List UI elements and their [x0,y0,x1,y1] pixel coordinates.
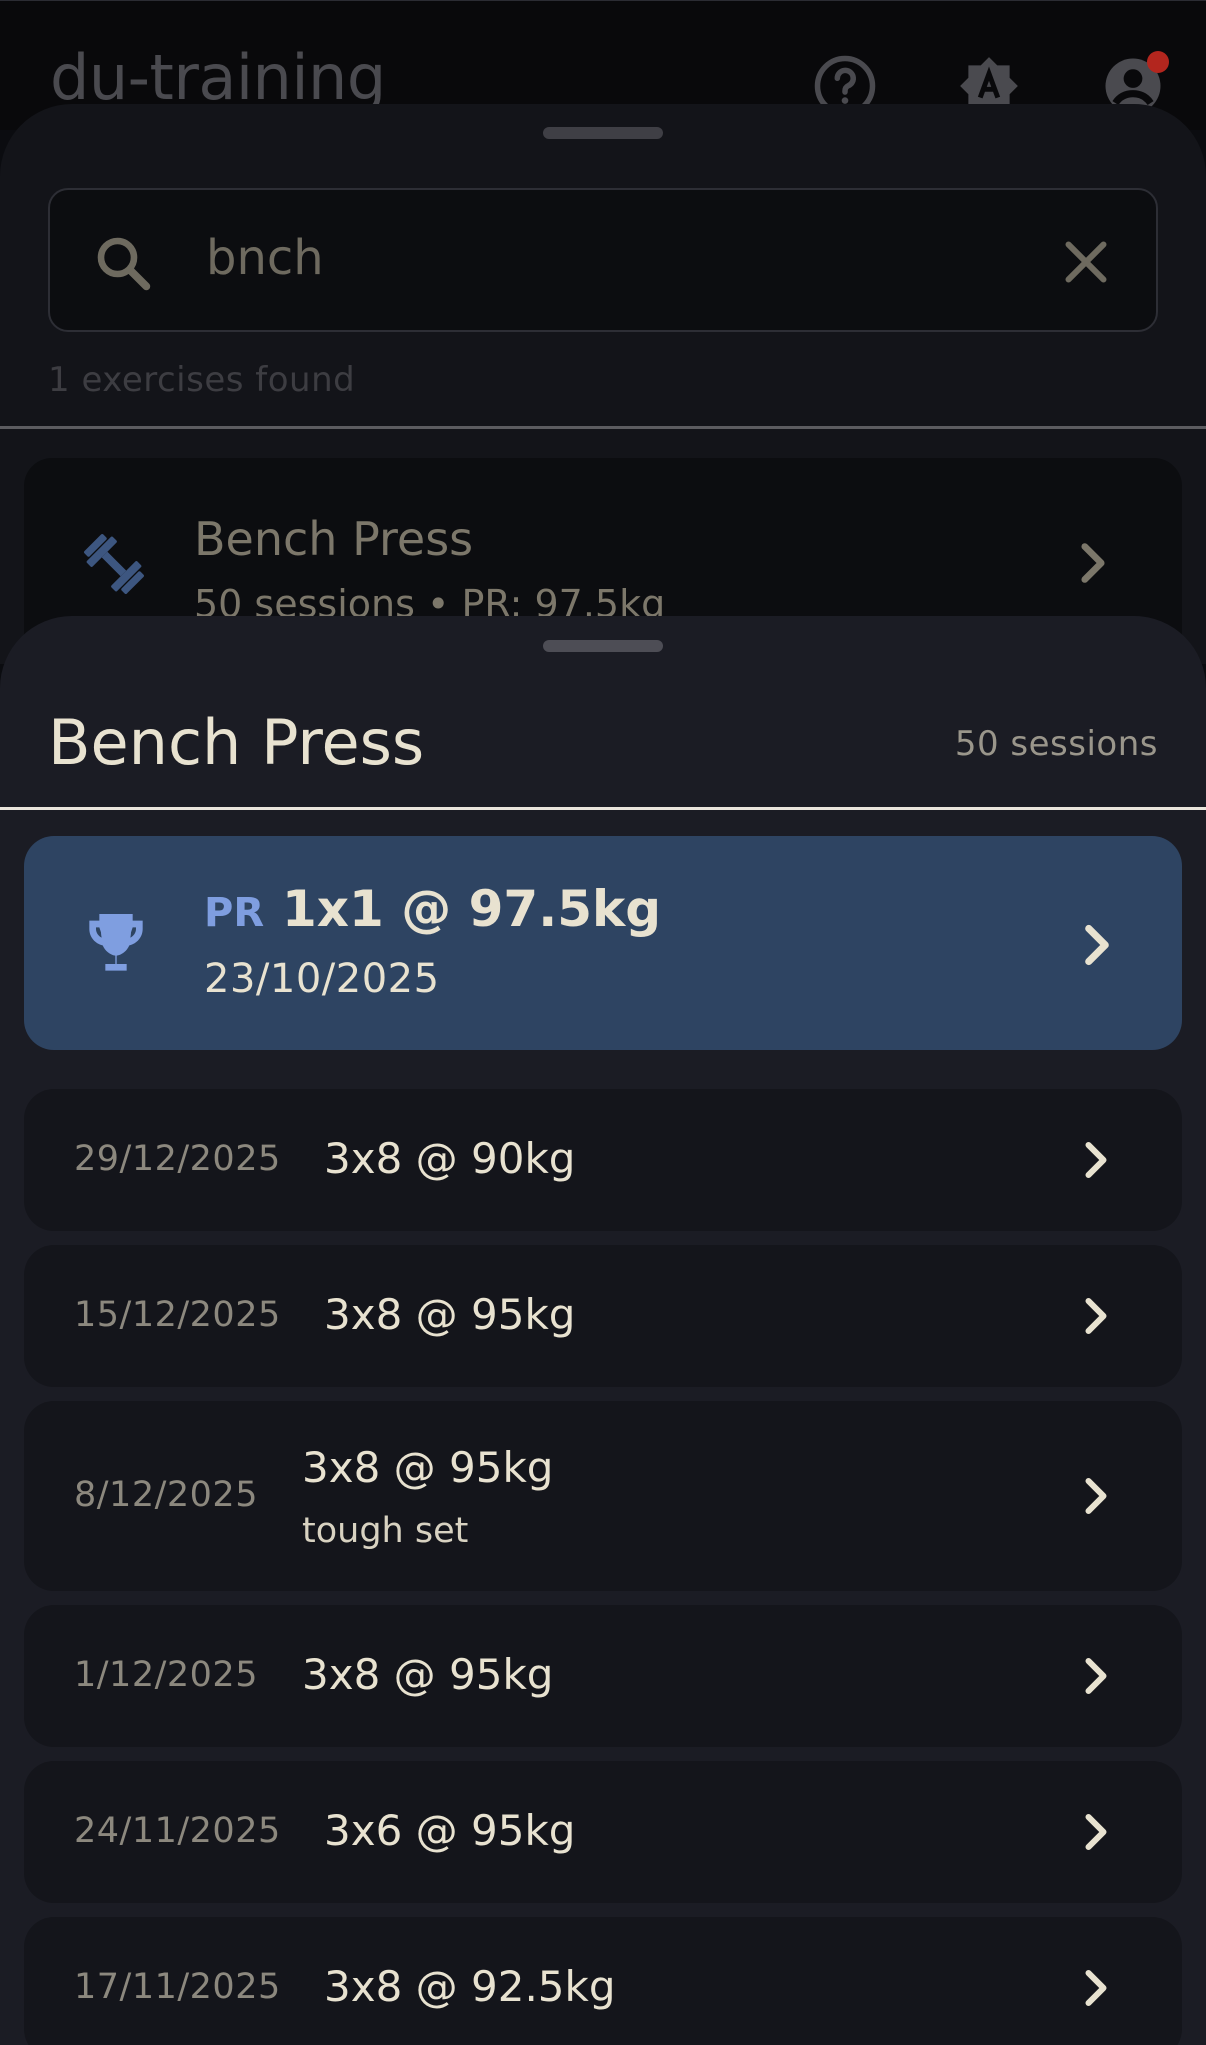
session-row[interactable]: 17/11/2025 3x8 @ 92.5kg [24,1917,1182,2045]
session-date: 8/12/2025 [74,1475,258,1515]
chevron-right-icon [1085,1814,1107,1850]
session-row[interactable]: 1/12/2025 3x8 @ 95kg [24,1605,1182,1747]
search-icon [97,237,151,291]
pr-date: 23/10/2025 [204,956,440,1002]
chevron-right-icon [1085,1658,1107,1694]
session-date: 29/12/2025 [74,1139,281,1179]
divider [0,426,1206,429]
session-value: 3x8 @ 95kg [302,1650,554,1699]
search-value: bnch [206,230,324,286]
chevron-right-icon [1085,1478,1107,1514]
exercise-detail-sheet: Bench Press 50 sessions PR 1x1 @ 97.5kg … [0,616,1206,2045]
drag-handle[interactable] [543,127,663,139]
sessions-count: 50 sessions [954,724,1158,764]
close-icon[interactable] [1056,232,1116,292]
dumbbell-icon [84,534,144,594]
session-note: tough set [302,1511,469,1551]
search-sheet: bnch 1 exercises found Bench Press 50 se… [0,104,1206,678]
app-root: du-training bnch 1 exercises found Bench… [0,0,1206,2045]
chevron-right-icon [1081,543,1105,583]
pr-badge: PR [204,890,265,936]
session-date: 1/12/2025 [74,1655,258,1695]
chevron-right-icon [1085,924,1109,966]
result-name: Bench Press [194,512,474,566]
notification-dot [1147,51,1169,73]
chevron-right-icon [1085,1298,1107,1334]
session-row[interactable]: 15/12/2025 3x8 @ 95kg [24,1245,1182,1387]
session-row[interactable]: 29/12/2025 3x8 @ 90kg [24,1089,1182,1231]
session-row[interactable]: 24/11/2025 3x6 @ 95kg [24,1761,1182,1903]
search-input[interactable]: bnch [48,188,1158,332]
session-value: 3x8 @ 92.5kg [324,1962,616,2011]
divider [0,807,1206,810]
session-date: 24/11/2025 [74,1811,281,1851]
trophy-icon [89,914,143,971]
chevron-right-icon [1085,1142,1107,1178]
session-value: 3x8 @ 90kg [324,1134,576,1183]
pr-value: 1x1 @ 97.5kg [282,880,662,938]
results-count: 1 exercises found [48,360,356,400]
drag-handle[interactable] [543,640,663,652]
session-value: 3x6 @ 95kg [324,1806,576,1855]
chevron-right-icon [1085,1970,1107,2006]
session-value: 3x8 @ 95kg [302,1443,554,1492]
session-date: 17/11/2025 [74,1967,281,2007]
session-row[interactable]: 8/12/2025 3x8 @ 95kg tough set [24,1401,1182,1591]
pr-card[interactable]: PR 1x1 @ 97.5kg 23/10/2025 [24,836,1182,1050]
exercise-title: Bench Press [48,706,425,779]
session-date: 15/12/2025 [74,1295,281,1335]
session-value: 3x8 @ 95kg [324,1290,576,1339]
